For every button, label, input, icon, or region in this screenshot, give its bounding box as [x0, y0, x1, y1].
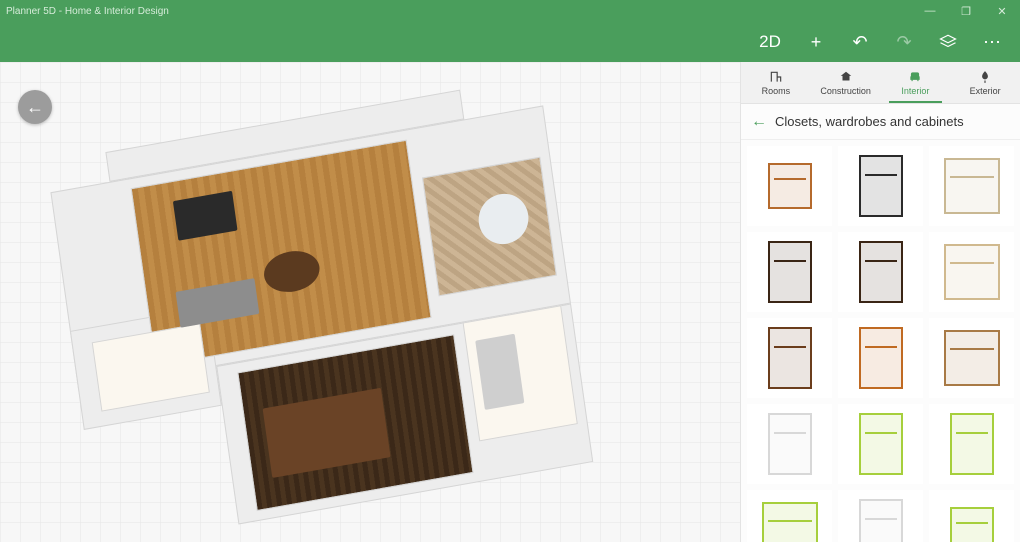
- tab-label: Exterior: [970, 86, 1001, 96]
- side-panel: Rooms Construction Interior Exterior: [740, 62, 1020, 542]
- more-button[interactable]: ⋯: [970, 22, 1014, 62]
- tab-label: Interior: [901, 86, 929, 96]
- canvas-back-button[interactable]: ←: [18, 90, 52, 124]
- tab-construction[interactable]: Construction: [811, 62, 881, 103]
- furniture-thumb-icon: [859, 413, 903, 475]
- catalog-item-cabinet-lime-low[interactable]: [929, 490, 1014, 542]
- furniture-thumb-icon: [944, 158, 1000, 214]
- window-title: Planner 5D - Home & Interior Design: [6, 6, 169, 17]
- furniture-thumb-icon: [944, 330, 1000, 386]
- layers-button[interactable]: [926, 22, 970, 62]
- furniture-thumb-icon: [950, 413, 994, 475]
- furniture-thumb-icon: [950, 507, 994, 542]
- interior-icon: [908, 69, 922, 85]
- category-title: Closets, wardrobes and cabinets: [775, 114, 964, 129]
- catalog-item-wardrobe-beige-curved[interactable]: [929, 232, 1014, 312]
- catalog-item-bookcase-walnut-open[interactable]: [747, 318, 832, 398]
- exterior-icon: [978, 69, 992, 85]
- category-back-button[interactable]: ←: [751, 113, 767, 131]
- furniture-thumb-icon: [859, 327, 903, 389]
- titlebar: Planner 5D - Home & Interior Design — ❐ …: [0, 0, 1020, 22]
- restore-button[interactable]: ❐: [948, 0, 984, 22]
- panel-tabs: Rooms Construction Interior Exterior: [741, 62, 1020, 104]
- floor-plan-render: [46, 65, 653, 542]
- catalog-item-cabinet-oak-doors[interactable]: [929, 318, 1014, 398]
- view-mode-toggle[interactable]: 2D: [746, 22, 794, 62]
- layers-icon: [939, 33, 957, 51]
- catalog-item-cabinet-lime-tall-2[interactable]: [929, 404, 1014, 484]
- furniture-thumb-icon: [768, 413, 812, 475]
- furniture-thumb-icon: [762, 502, 818, 542]
- redo-button[interactable]: ↷: [882, 22, 926, 62]
- catalog-grid: [741, 140, 1020, 542]
- main-toolbar: 2D + ↶ ↷ ⋯: [0, 22, 1020, 62]
- tab-label: Construction: [820, 86, 871, 96]
- window-controls: — ❐ ✕: [912, 0, 1020, 22]
- tab-interior[interactable]: Interior: [881, 62, 951, 103]
- design-canvas[interactable]: ←: [0, 62, 740, 542]
- furniture-thumb-icon: [859, 499, 903, 542]
- furniture-thumb-icon: [859, 241, 903, 303]
- rooms-icon: [769, 69, 783, 85]
- close-button[interactable]: ✕: [984, 0, 1020, 22]
- tab-exterior[interactable]: Exterior: [950, 62, 1020, 103]
- catalog-item-wardrobe-black-frame[interactable]: [838, 146, 923, 226]
- catalog-item-cabinet-lime-tall-1[interactable]: [838, 404, 923, 484]
- tab-rooms[interactable]: Rooms: [741, 62, 811, 103]
- furniture-thumb-icon: [768, 163, 812, 209]
- catalog-item-bookcase-orange-open[interactable]: [838, 318, 923, 398]
- minimize-button[interactable]: —: [912, 0, 948, 22]
- furniture-thumb-icon: [768, 327, 812, 389]
- furniture-thumb-icon: [768, 241, 812, 303]
- undo-button[interactable]: ↶: [838, 22, 882, 62]
- furniture-thumb-icon: [859, 155, 903, 217]
- catalog-item-wardrobe-beige-panel[interactable]: [929, 146, 1014, 226]
- add-button[interactable]: +: [794, 22, 838, 62]
- catalog-item-cabinet-white-open[interactable]: [838, 490, 923, 542]
- furniture-thumb-icon: [944, 244, 1000, 300]
- construction-icon: [839, 69, 853, 85]
- catalog-item-bookcase-dark-1[interactable]: [747, 232, 832, 312]
- catalog-item-bookcase-dark-2[interactable]: [838, 232, 923, 312]
- catalog-item-cabinet-white-glass[interactable]: [747, 404, 832, 484]
- tab-label: Rooms: [762, 86, 791, 96]
- category-header: ← Closets, wardrobes and cabinets: [741, 104, 1020, 140]
- catalog-item-cabinet-lime-combo[interactable]: [747, 490, 832, 542]
- catalog-item-wardrobe-orange-short[interactable]: [747, 146, 832, 226]
